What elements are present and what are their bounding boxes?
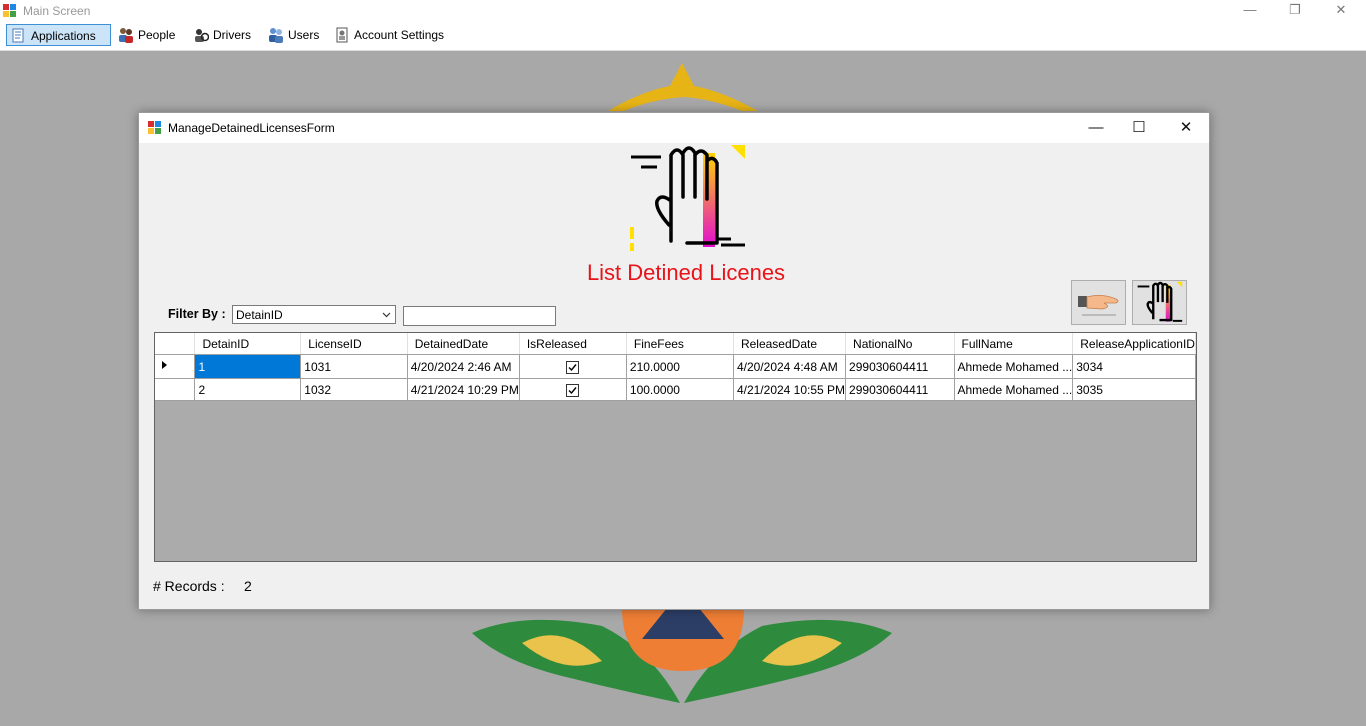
applications-icon: [12, 28, 24, 43]
column-header[interactable]: IsReleased: [519, 333, 627, 355]
is-released-checkbox[interactable]: [566, 360, 580, 374]
main-title-bar: Main Screen — ❐ ✕: [0, 0, 1366, 22]
filter-text-input[interactable]: [403, 306, 556, 326]
menu-users-label: Users: [288, 28, 320, 42]
table-row[interactable]: 1 1031 4/20/2024 2:46 AM 210.0000 4/20/2…: [155, 354, 1196, 379]
cell-license-id[interactable]: 1031: [300, 354, 408, 379]
release-hand-icon: [1078, 295, 1119, 316]
drivers-icon: [195, 29, 209, 42]
column-header[interactable]: ReleaseApplicationID: [1072, 333, 1196, 355]
row-header-corner: [155, 333, 196, 355]
filter-label: Filter By :: [168, 307, 226, 321]
close-button[interactable]: ✕: [1318, 0, 1364, 22]
detained-licenses-grid[interactable]: DetainID LicenseID DetainedDate IsReleas…: [154, 332, 1197, 562]
menu-account-settings-label: Account Settings: [354, 28, 445, 42]
table-row[interactable]: 2 1032 4/21/2024 10:29 PM 100.0000 4/21/…: [155, 378, 1196, 401]
cell-release-application-id[interactable]: 3034: [1072, 354, 1196, 379]
cell-detained-date[interactable]: 4/20/2024 2:46 AM: [407, 354, 520, 379]
dialog-title-bar: ManageDetainedLicensesForm — ☐ ✕: [139, 113, 1209, 143]
page-title: List Detined Licenes: [586, 260, 786, 285]
menu-bar: Applications People Drivers Users Accoun…: [0, 22, 1366, 51]
menu-users[interactable]: Users: [264, 24, 323, 46]
people-icon: [119, 28, 133, 43]
dialog-title: ManageDetainedLicensesForm: [168, 121, 335, 135]
menu-applications-label: Applications: [31, 29, 96, 43]
column-header[interactable]: DetainedDate: [407, 333, 520, 355]
detain-license-button[interactable]: [1132, 280, 1187, 325]
is-released-checkbox[interactable]: [566, 383, 580, 397]
chevron-down-icon: [382, 312, 391, 318]
filter-selected-value: DetainID: [236, 308, 283, 322]
menu-drivers-label: Drivers: [213, 28, 251, 42]
cell-fine-fees[interactable]: 210.0000: [626, 354, 734, 379]
checkmark-icon: [568, 386, 577, 394]
dialog-close-button[interactable]: ✕: [1163, 113, 1209, 143]
dialog-maximize-button[interactable]: ☐: [1116, 113, 1162, 143]
cell-released-date[interactable]: 4/20/2024 4:48 AM: [733, 354, 847, 379]
column-header[interactable]: FineFees: [626, 333, 734, 355]
row-header[interactable]: [155, 354, 196, 379]
cell-release-application-id[interactable]: 3035: [1072, 378, 1196, 401]
cell-license-id[interactable]: 1032: [300, 378, 408, 401]
records-count: 2: [244, 578, 252, 594]
menu-people-label: People: [138, 28, 176, 42]
main-window-title: Main Screen: [23, 4, 91, 18]
detain-hand-small-icon: [1137, 281, 1183, 322]
column-header[interactable]: ReleasedDate: [733, 333, 847, 355]
release-detained-license-button[interactable]: [1071, 280, 1126, 325]
menu-account-settings[interactable]: Account Settings: [330, 24, 448, 46]
cell-national-no[interactable]: 299030604411: [845, 354, 955, 379]
cell-fine-fees[interactable]: 100.0000: [626, 378, 734, 401]
column-header[interactable]: NationalNo: [845, 333, 955, 355]
filter-dropdown[interactable]: DetainID: [232, 305, 396, 324]
users-icon: [269, 28, 283, 43]
cell-is-released[interactable]: [519, 354, 627, 379]
cell-full-name[interactable]: Ahmede Mohamed ...: [954, 378, 1074, 401]
current-row-arrow-icon: [162, 361, 167, 369]
detain-hand-icon: [630, 145, 745, 251]
records-label: # Records :: [153, 578, 225, 594]
manage-detained-licenses-dialog: ManageDetainedLicensesForm — ☐ ✕ List De…: [138, 112, 1210, 610]
checkmark-icon: [568, 363, 577, 371]
row-header[interactable]: [155, 378, 196, 401]
column-header[interactable]: LicenseID: [300, 333, 408, 355]
menu-drivers[interactable]: Drivers: [189, 24, 255, 46]
cell-full-name[interactable]: Ahmede Mohamed ...: [954, 354, 1074, 379]
cell-detain-id[interactable]: 1: [194, 354, 302, 379]
minimize-button[interactable]: —: [1227, 0, 1273, 22]
form-icon: [148, 121, 161, 134]
grid-header-row: DetainID LicenseID DetainedDate IsReleas…: [155, 333, 1196, 355]
cell-released-date[interactable]: 4/21/2024 10:55 PM: [733, 378, 847, 401]
dialog-minimize-button[interactable]: —: [1073, 113, 1119, 143]
menu-applications[interactable]: Applications: [6, 24, 111, 46]
app-icon: [3, 4, 16, 17]
cell-detained-date[interactable]: 4/21/2024 10:29 PM: [407, 378, 520, 401]
cell-detain-id[interactable]: 2: [194, 378, 302, 401]
menu-people[interactable]: People: [114, 24, 179, 46]
restore-button[interactable]: ❐: [1272, 0, 1318, 22]
column-header[interactable]: FullName: [954, 333, 1074, 355]
account-settings-icon: [336, 27, 348, 43]
cell-national-no[interactable]: 299030604411: [845, 378, 955, 401]
column-header[interactable]: DetainID: [194, 333, 302, 355]
cell-is-released[interactable]: [519, 378, 627, 401]
